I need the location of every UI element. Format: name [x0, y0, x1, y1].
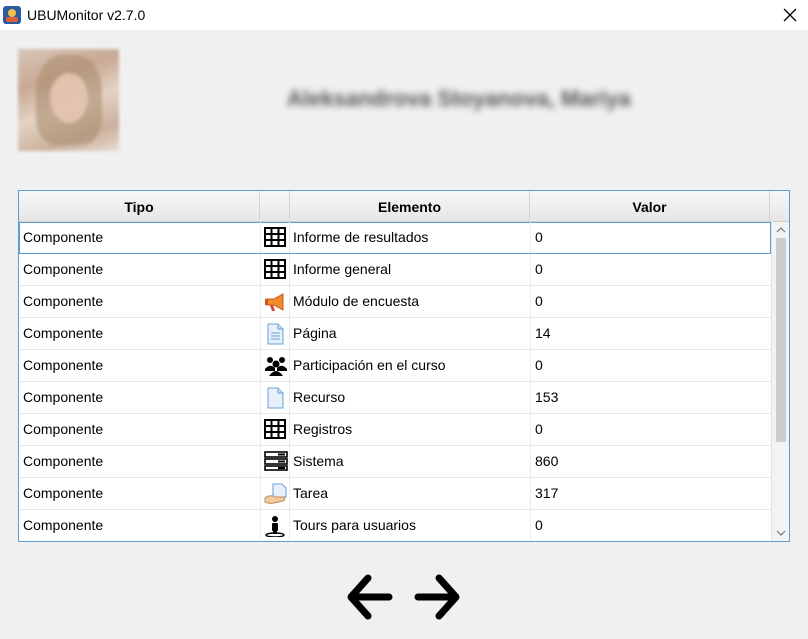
window-title: UBUMonitor v2.7.0	[27, 7, 146, 23]
megaphone-icon	[265, 293, 284, 311]
cell-icon	[260, 318, 290, 349]
cell-valor: 0	[530, 254, 770, 285]
cell-tipo: Componente	[23, 485, 104, 501]
table-body: Componente Informe de resultados 0 Compo…	[19, 222, 771, 541]
cell-elemento: Página	[293, 325, 337, 341]
table-row[interactable]: Componente Módulo de encuesta 0	[19, 286, 771, 318]
cell-tipo: Componente	[23, 325, 104, 341]
cell-icon	[260, 478, 290, 509]
cell-elemento: Recurso	[293, 389, 346, 405]
user-tour-icon	[265, 516, 285, 537]
user-name: Aleksandrova Stoyanova, Mariya	[287, 86, 631, 111]
components-table: Tipo Elemento Valor Componente Informe d…	[18, 190, 790, 542]
title-bar: UBUMonitor v2.7.0	[0, 0, 808, 30]
table-icon	[264, 227, 286, 247]
table-row[interactable]: Componente Tours para usuarios 0	[19, 510, 771, 541]
table-row[interactable]: Componente Informe de resultados 0	[19, 222, 771, 254]
table-icon	[264, 419, 286, 439]
cell-valor: 0	[530, 286, 770, 317]
table-row[interactable]: Componente Sistema 860	[19, 446, 771, 478]
table-header: Tipo Elemento Valor	[19, 191, 789, 222]
table-icon	[264, 259, 286, 279]
scroll-up-icon[interactable]	[776, 226, 786, 234]
cell-tipo: Componente	[23, 421, 104, 437]
cell-icon	[260, 350, 290, 381]
table-row[interactable]: Componente Tarea 317	[19, 478, 771, 510]
scroll-down-icon[interactable]	[776, 529, 786, 537]
cell-valor: 0	[530, 414, 770, 445]
arrow-right-icon[interactable]	[413, 572, 463, 622]
column-header-corner	[770, 191, 789, 221]
user-avatar	[18, 49, 119, 151]
cell-icon	[260, 382, 290, 413]
forward-button[interactable]	[413, 572, 463, 622]
cell-icon	[260, 414, 290, 445]
close-button[interactable]	[772, 0, 808, 30]
document-icon	[267, 387, 284, 409]
cell-elemento: Informe de resultados	[293, 229, 429, 245]
cell-tipo: Componente	[23, 453, 104, 469]
table-row[interactable]: Componente Página 14	[19, 318, 771, 350]
table-row[interactable]: Componente Recurso 153	[19, 382, 771, 414]
cell-valor: 860	[530, 446, 770, 477]
cell-tipo: Componente	[23, 293, 104, 309]
cell-icon	[260, 510, 290, 541]
cell-valor: 14	[530, 318, 770, 349]
scrollbar-thumb[interactable]	[776, 238, 786, 442]
cell-tipo: Componente	[23, 389, 104, 405]
cell-icon	[260, 446, 290, 477]
cell-icon	[260, 222, 290, 253]
cell-tipo: Componente	[23, 357, 104, 373]
close-icon[interactable]	[782, 7, 798, 23]
cell-elemento: Participación en el curso	[293, 357, 446, 373]
cell-valor: 317	[530, 478, 770, 509]
cell-icon	[260, 286, 290, 317]
column-header-icon[interactable]	[260, 191, 290, 221]
arrow-left-icon[interactable]	[344, 572, 394, 622]
cell-valor: 153	[530, 382, 770, 413]
hand-paper-icon	[264, 483, 287, 504]
page-icon	[267, 323, 284, 345]
people-icon	[265, 357, 287, 376]
cell-tipo: Componente	[23, 517, 104, 533]
table-row[interactable]: Componente Registros 0	[19, 414, 771, 446]
column-header-tipo[interactable]: Tipo	[19, 191, 260, 221]
table-row[interactable]: Componente Participación en el curso 0	[19, 350, 771, 382]
cell-elemento: Módulo de encuesta	[293, 293, 420, 309]
cell-valor: 0	[530, 222, 770, 253]
cell-elemento: Informe general	[293, 261, 392, 277]
cell-valor: 0	[530, 510, 770, 541]
cell-elemento: Sistema	[293, 453, 344, 469]
column-header-elemento[interactable]: Elemento	[290, 191, 530, 221]
vertical-scrollbar[interactable]	[771, 222, 789, 541]
cell-elemento: Tarea	[293, 485, 329, 501]
cell-elemento: Tours para usuarios	[293, 517, 416, 533]
cell-tipo: Componente	[23, 229, 104, 245]
cell-elemento: Registros	[293, 421, 353, 437]
column-header-valor[interactable]: Valor	[530, 191, 770, 221]
cell-valor: 0	[530, 350, 770, 381]
app-logo-icon	[3, 6, 21, 24]
back-button[interactable]	[344, 572, 394, 622]
cell-icon	[260, 254, 290, 285]
cell-tipo: Componente	[23, 261, 104, 277]
server-icon	[264, 451, 288, 471]
table-row[interactable]: Componente Informe general 0	[19, 254, 771, 286]
